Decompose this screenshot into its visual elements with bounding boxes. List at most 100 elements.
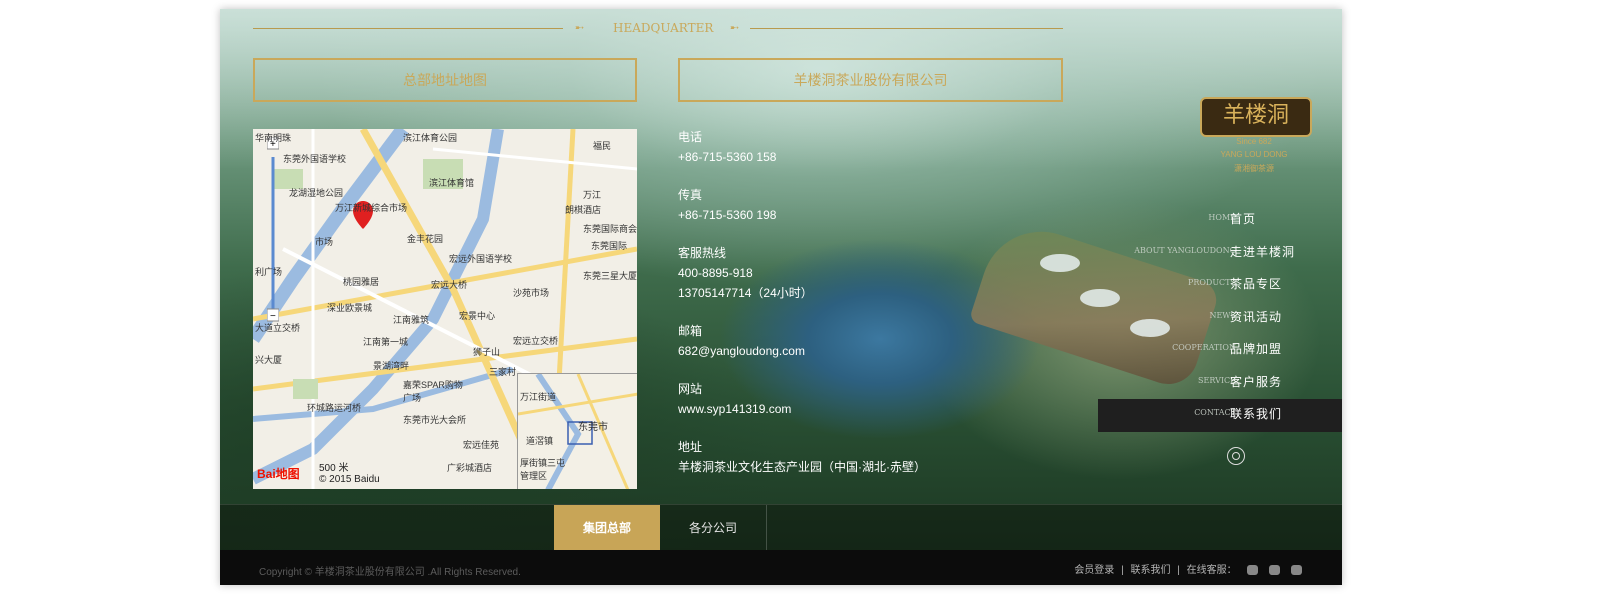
- divider-line: [750, 28, 1063, 29]
- main-nav: HOME 首页 ABOUT YANGLOUDONG 走进羊楼洞 PRODUCTS…: [1098, 204, 1342, 432]
- nav-item-news[interactable]: NEWS 资讯活动: [1098, 302, 1342, 335]
- ornament-icon: ➸: [730, 22, 740, 34]
- company-title: 羊楼洞茶业股份有限公司: [678, 58, 1063, 102]
- nav-item-zh: 首页: [1230, 212, 1257, 226]
- map-label: 三家村: [489, 367, 517, 377]
- baidu-map[interactable]: + − 滨江体育公园 滨江体育馆 华南明珠 东莞外国语学校 龙湖湿地公园 万江新城…: [253, 129, 637, 489]
- map-label: 福民: [593, 141, 612, 151]
- map-label: 滨江体育馆: [429, 178, 475, 188]
- brand-en: YANG LOU DONG: [1220, 150, 1288, 159]
- map-label: 万江: [583, 190, 602, 200]
- contact-hotline: 客服热线 400-8895-918 13705147714（24小时）: [678, 243, 1008, 303]
- brand-name: 羊楼洞: [1200, 97, 1312, 137]
- background-detail: [1040, 254, 1080, 272]
- map-label: 兴大厦: [255, 355, 283, 365]
- map-copyright: © 2015 Baidu: [319, 474, 380, 485]
- brand-slogan: 潇湘御茶源: [1234, 164, 1274, 173]
- map-label: 景湖湾畔: [373, 361, 410, 371]
- section-heading: HEADQUARTER: [613, 21, 714, 35]
- map-label: 东莞三星大厦: [583, 271, 637, 281]
- nav-item-zh: 联系我们: [1230, 407, 1283, 421]
- nav-item-about[interactable]: ABOUT YANGLOUDONG 走进羊楼洞: [1098, 237, 1342, 270]
- nav-item-home[interactable]: HOME 首页: [1098, 204, 1342, 237]
- map-label: 嘉荣SPAR购物广场: [403, 380, 463, 403]
- map-zoom-control[interactable]: + −: [267, 137, 279, 322]
- contact-value[interactable]: www.syp141319.com: [678, 399, 1008, 419]
- nav-item-zh: 客户服务: [1230, 374, 1283, 389]
- map-label: 江南雅筑: [393, 315, 430, 325]
- contact-address: 地址 羊楼洞茶业文化生态产业园（中国·湖北·赤壁）: [678, 437, 1008, 477]
- map-label: 东莞外国语学校: [283, 154, 347, 164]
- branch-tabs: 集团总部 各分公司: [220, 504, 1342, 551]
- contact-fax: 传真 +86-715-5360 198: [678, 185, 1008, 225]
- map-label: 桃园雅居: [343, 277, 380, 287]
- copyright-text: Copyright © 羊楼洞茶业股份有限公司 .All Rights Rese…: [259, 567, 521, 578]
- map-label: 滨江体育公园: [403, 133, 458, 143]
- nav-item-zh: 茶品专区: [1230, 277, 1283, 291]
- link-separator: |: [1121, 565, 1124, 576]
- contact-value: 400-8895-918: [678, 266, 753, 280]
- contact-label: 电话: [678, 130, 703, 144]
- tab-headquarters[interactable]: 集团总部: [554, 505, 660, 551]
- contact-email: 邮箱 682@yangloudong.com: [678, 321, 1008, 361]
- map-scale: 500 米: [319, 463, 349, 474]
- map-label: 狮子山: [473, 347, 501, 357]
- contact-info: 电话 +86-715-5360 158 传真 +86-715-5360 198 …: [678, 127, 1008, 495]
- map-overview[interactable]: 东莞市 万江街道 道滘镇 厚街镇三屯管理区: [517, 373, 637, 489]
- contact-value: +86-715-5360 198: [678, 208, 777, 222]
- online-service-label: 在线客服：: [1186, 565, 1237, 576]
- map-label: 万江新城综合市场: [335, 203, 408, 213]
- contact-us-link[interactable]: 联系我们: [1130, 565, 1170, 576]
- wechat-icon[interactable]: [1269, 565, 1281, 576]
- map-label: 市场: [315, 237, 334, 247]
- nav-item-cooperation[interactable]: COOPERATION 品牌加盟: [1098, 334, 1342, 367]
- brand-logo[interactable]: 羊楼洞 Since 682 YANG LOU DONG 潇湘御茶源: [1200, 97, 1312, 177]
- mini-map-label: 厚街镇三屯管理区: [520, 458, 566, 481]
- tab-branches[interactable]: 各分公司: [660, 505, 766, 551]
- qq-icon[interactable]: [1247, 565, 1259, 576]
- nav-item-en: ABOUT YANGLOUDONG: [1134, 245, 1236, 255]
- nav-item-zh: 资讯活动: [1230, 309, 1283, 324]
- mini-map-label: 东莞市: [578, 422, 608, 433]
- member-login-link[interactable]: 会员登录: [1074, 565, 1114, 576]
- map-label: 宏远佳苑: [463, 440, 500, 450]
- map-label: 大道立交桥: [255, 323, 301, 333]
- map-label: 江南第一城: [363, 337, 409, 347]
- footer-links: 会员登录 | 联系我们 | 在线客服：: [1070, 561, 1302, 576]
- contact-page: ➸ HEADQUARTER ➸ 总部地址地图 羊楼洞茶业股份有限公司 + − 滨江…: [220, 9, 1342, 585]
- contact-label: 邮箱: [678, 324, 703, 338]
- nav-item-en: PRODUCTS: [1187, 278, 1236, 287]
- map-label: 朗棋酒店: [565, 205, 602, 215]
- contact-label: 网站: [678, 382, 703, 396]
- map-label: 宏远大桥: [431, 280, 468, 290]
- map-label: 华南明珠: [255, 133, 292, 143]
- contact-value[interactable]: 682@yangloudong.com: [678, 341, 1008, 361]
- map-label: 龙湖湿地公园: [289, 188, 344, 198]
- map-label: 广彩城酒店: [447, 463, 493, 473]
- map-label: 东莞市光大会所: [403, 415, 467, 425]
- contact-label: 传真: [678, 188, 703, 202]
- brand-since: Since 682: [1236, 137, 1272, 146]
- contact-website: 网站 www.syp141319.com: [678, 379, 1008, 419]
- map-label: 宏远立交桥: [513, 336, 559, 346]
- map-label: 深业欧景城: [327, 303, 373, 313]
- nav-item-service[interactable]: SERVICE 客户服务: [1098, 367, 1342, 400]
- map-label: 宏景中心: [459, 311, 496, 321]
- contact-value: 13705147714（24小时）: [678, 286, 813, 300]
- map-label: 沙苑市场: [513, 288, 550, 298]
- ornament-icon: ➸: [575, 22, 585, 34]
- contact-value: 羊楼洞茶业文化生态产业园（中国·湖北·赤壁）: [678, 460, 926, 474]
- contact-phone: 电话 +86-715-5360 158: [678, 127, 1008, 167]
- map-title: 总部地址地图: [253, 58, 637, 102]
- mini-map-label: 万江街道: [520, 392, 557, 402]
- mail-icon[interactable]: [1291, 565, 1302, 576]
- search-icon[interactable]: [1227, 447, 1245, 465]
- map-label: 东莞国际: [591, 241, 628, 251]
- nav-item-products[interactable]: PRODUCTS 茶品专区: [1098, 269, 1342, 302]
- nav-item-contact[interactable]: CONTACT 联系我们: [1098, 399, 1342, 432]
- map-label: 东莞国际商会大厦: [583, 224, 637, 234]
- map-label: 宏远外国语学校: [449, 254, 513, 264]
- map-label: 金丰花园: [407, 234, 444, 244]
- divider-line: [253, 28, 563, 29]
- nav-item-en: COOPERATION: [1172, 343, 1236, 352]
